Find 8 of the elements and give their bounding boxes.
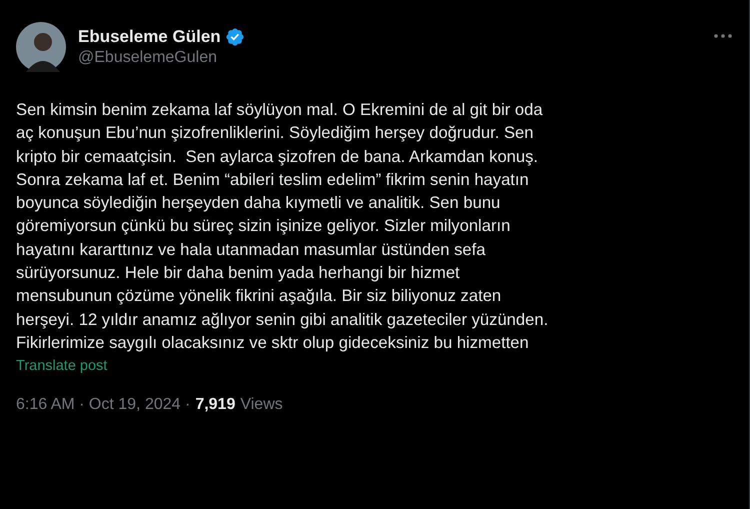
post-timestamp[interactable]: 6:16 AM · Oct 19, 2024 · (16, 396, 190, 414)
author-name[interactable]: Ebuseleme Gülen (78, 27, 221, 47)
views-label: Views (240, 396, 283, 414)
views-count: 7,919 (195, 396, 236, 414)
avatar[interactable] (16, 22, 66, 72)
post-text: Sen kimsin benim zekama laf söylüyon mal. O Ekremini de al git bir oda aç konuşun Ebu’nun şizofrenliklerini. Söylediğim herşey doğrudur. Sen kripto bir cemaatçisin. Sen aylarca şizofren de bana. Arkamdan konuş. Sonra zekama laf et. Benim “abileri teslim edelim” fikrim senin hayatın boyunca söylediğin herşeyden daha kıymetli ve analitik. Sen bunu göremiyorsun çünkü bu süreç sizin işinize geliyor. Sizler milyonların hayatını kararttınız ve hala utanmadan masumlar üstünden sefa sürüyorsunuz. Hele bir daha benim yada herhangi bir hizmet mensubunun çözüme yönelik fikrini aşağıla. Bir siz biliyonuz zaten herşeyi. 12 yıldır anamız ağlıyor senin gibi analitik gazeteciler yüzünden. Fikirlerimize saygılı olacaksınız ve sktr olup gideceksiniz bu hizmetten (16, 99, 550, 354)
translate-link[interactable]: Translate post (16, 358, 108, 374)
author-handle[interactable]: @EbuselemeGulen (78, 49, 701, 67)
